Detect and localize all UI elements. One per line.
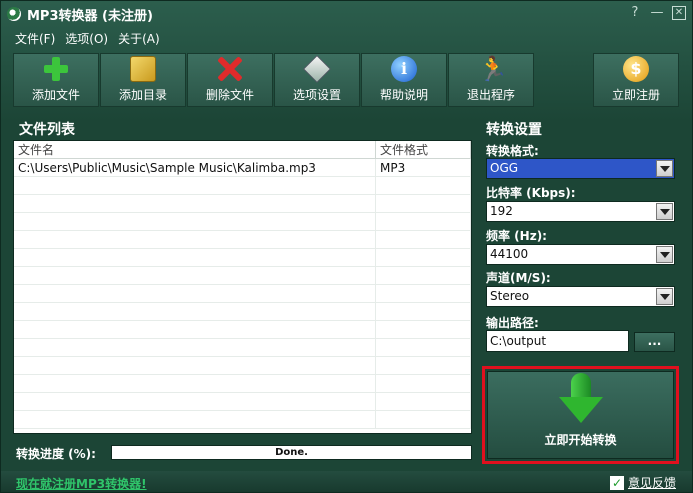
menu-options[interactable]: 选项(O) (63, 28, 110, 48)
settings-title: 转换设置 (486, 122, 542, 138)
table-row-empty (14, 213, 471, 231)
options-button[interactable]: 选项设置 (274, 53, 360, 107)
column-header-name[interactable]: 文件名 (14, 141, 376, 158)
add-file-label: 添加文件 (31, 88, 80, 102)
chevron-down-icon[interactable] (656, 288, 673, 305)
delete-file-button[interactable]: 删除文件 (187, 53, 273, 107)
chevron-down-icon[interactable] (656, 246, 673, 263)
table-row-empty (14, 375, 471, 393)
help-button[interactable]: i 帮助说明 (361, 53, 447, 107)
progress-bar: Done. (111, 445, 472, 460)
help-icon[interactable]: ? (628, 5, 642, 21)
table-row-empty (14, 393, 471, 411)
format-value: OGG (490, 161, 519, 175)
menu-file[interactable]: 文件(F) (13, 28, 57, 48)
menu-bar: 文件(F) 选项(O) 关于(A) (13, 28, 162, 48)
window-title: MP3转换器 (未注册) (27, 8, 153, 24)
settings-cube-icon (303, 55, 331, 83)
feedback-link[interactable]: ✓ 意见反馈 (609, 474, 676, 491)
output-path-label: 输出路径: (486, 316, 539, 330)
coin-icon: $ (623, 56, 649, 82)
format-label: 转换格式: (486, 144, 539, 158)
row-file-format: MP3 (376, 159, 471, 176)
bitrate-label: 比特率 (Kbps): (486, 186, 576, 200)
folder-icon (130, 56, 156, 82)
table-row-empty (14, 231, 471, 249)
start-convert-button-face: 立即开始转换 (487, 371, 674, 459)
table-row-empty (14, 303, 471, 321)
exit-run-icon: 🏃 (478, 55, 508, 83)
table-row-empty (14, 339, 471, 357)
exit-label: 退出程序 (466, 88, 515, 102)
frequency-value: 44100 (490, 247, 529, 261)
table-row-empty (14, 249, 471, 267)
progress-status: Done. (275, 447, 308, 458)
browse-button[interactable]: ... (634, 332, 675, 352)
channel-label: 声道(M/S): (486, 271, 551, 285)
chevron-down-icon[interactable] (656, 203, 673, 220)
row-file-name: C:\Users\Public\Music\Sample Music\Kalim… (14, 159, 376, 176)
file-list-title: 文件列表 (19, 122, 75, 138)
options-label: 选项设置 (292, 88, 341, 102)
register-link[interactable]: 现在就注册MP3转换器! (16, 475, 147, 492)
table-row-empty (14, 321, 471, 339)
help-label: 帮助说明 (379, 88, 428, 102)
table-row-empty (14, 177, 471, 195)
table-row[interactable]: C:\Users\Public\Music\Sample Music\Kalim… (14, 159, 471, 177)
check-icon: ✓ (609, 475, 624, 490)
app-logo-icon (7, 7, 21, 21)
title-bar: MP3转换器 (未注册) ? — ✕ (1, 1, 692, 27)
frequency-label: 频率 (Hz): (486, 229, 547, 243)
info-icon: i (391, 56, 417, 82)
file-list-header: 文件名 文件格式 (14, 141, 471, 159)
close-icon[interactable]: ✕ (672, 6, 686, 20)
table-row-empty (14, 357, 471, 375)
chevron-down-icon[interactable] (656, 160, 673, 177)
output-path-input[interactable]: C:\output (486, 330, 629, 352)
add-icon (43, 56, 69, 82)
toolbar: 添加文件 添加目录 删除文件 选项设置 i 帮助说明 🏃 退出程序 $ 立即注册 (13, 53, 679, 107)
channel-select[interactable]: Stereo (486, 286, 675, 307)
table-row-empty (14, 285, 471, 303)
feedback-label: 意见反馈 (627, 476, 676, 490)
table-row-empty (14, 267, 471, 285)
window-controls: ? — ✕ (628, 5, 686, 21)
delete-icon (217, 56, 243, 82)
add-directory-label: 添加目录 (118, 88, 167, 102)
add-file-button[interactable]: 添加文件 (13, 53, 99, 107)
arrow-down-icon (558, 373, 603, 425)
bitrate-select[interactable]: 192 (486, 201, 675, 222)
main-window: MP3转换器 (未注册) ? — ✕ 文件(F) 选项(O) 关于(A) 添加文… (0, 0, 693, 493)
bitrate-value: 192 (490, 204, 513, 218)
minimize-icon[interactable]: — (650, 5, 664, 21)
format-select[interactable]: OGG (486, 158, 675, 179)
progress-label: 转换进度 (%): (16, 447, 96, 461)
table-row-empty (14, 411, 471, 429)
file-list[interactable]: 文件名 文件格式 C:\Users\Public\Music\Sample Mu… (13, 140, 472, 434)
register-label: 立即注册 (611, 88, 660, 102)
start-convert-label: 立即开始转换 (544, 433, 617, 447)
channel-value: Stereo (490, 289, 530, 303)
status-bar: 现在就注册MP3转换器! ✓ 意见反馈 (1, 471, 692, 492)
delete-file-label: 删除文件 (205, 88, 254, 102)
menu-about[interactable]: 关于(A) (116, 28, 162, 48)
frequency-select[interactable]: 44100 (486, 244, 675, 265)
column-header-format[interactable]: 文件格式 (376, 141, 471, 158)
table-row-empty (14, 195, 471, 213)
exit-button[interactable]: 🏃 退出程序 (448, 53, 534, 107)
add-directory-button[interactable]: 添加目录 (100, 53, 186, 107)
start-convert-button[interactable]: 立即开始转换 (482, 366, 679, 464)
register-button[interactable]: $ 立即注册 (593, 53, 679, 107)
